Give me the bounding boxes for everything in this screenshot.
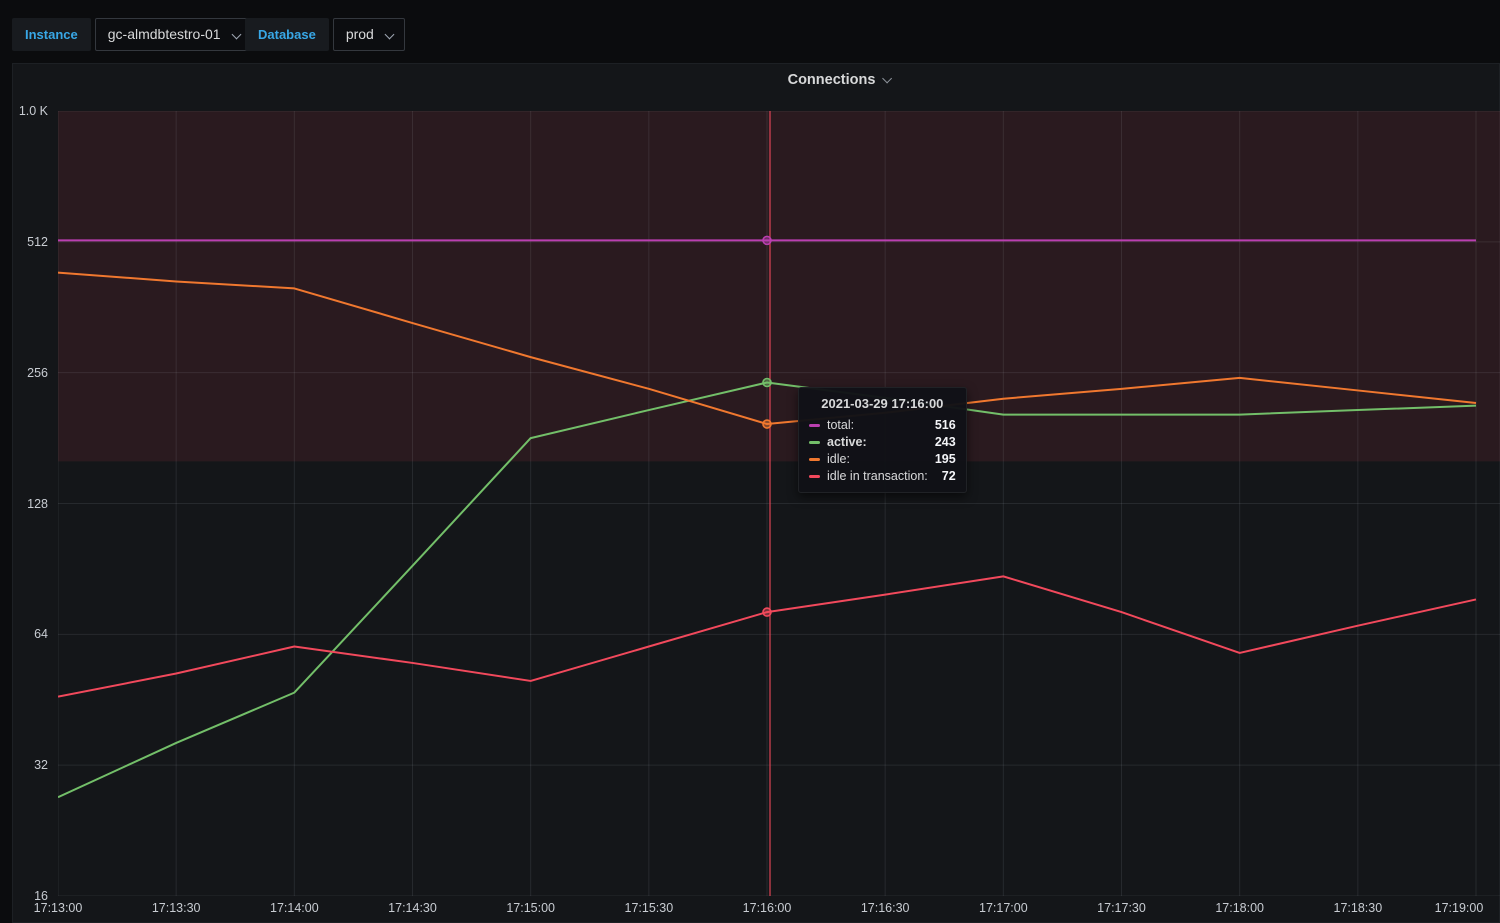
- tooltip-series-label: idle:: [827, 452, 935, 466]
- database-dropdown-value: prod: [346, 26, 374, 42]
- instance-variable: Instance gc-almdbtestro-01: [12, 18, 252, 51]
- database-variable: Database prod: [245, 18, 405, 51]
- series-color-swatch-icon: [809, 424, 820, 427]
- x-tick-label: 17:14:00: [270, 901, 319, 915]
- threshold-region: [58, 111, 1500, 461]
- chevron-down-icon: [231, 30, 241, 40]
- chart-tooltip: 2021-03-29 17:16:00 total:516active:243i…: [798, 387, 967, 493]
- x-tick-label: 17:15:00: [506, 901, 555, 915]
- tooltip-series-value: 243: [935, 435, 956, 449]
- y-axis: 1.0 K512256128643216: [13, 111, 53, 896]
- series-color-swatch-icon: [809, 475, 820, 478]
- y-tick-label: 32: [13, 758, 48, 772]
- chart-plot-area[interactable]: [58, 111, 1500, 896]
- connections-chart[interactable]: [58, 111, 1500, 896]
- x-tick-label: 17:15:30: [624, 901, 673, 915]
- tooltip-row: idle:195: [809, 452, 956, 466]
- connections-panel: Connections 1.0 K512256128643216 17:13:0…: [12, 63, 1500, 923]
- tooltip-series-label: idle in transaction:: [827, 469, 942, 483]
- x-axis: 17:13:0017:13:3017:14:0017:14:3017:15:00…: [58, 901, 1500, 919]
- instance-dropdown[interactable]: gc-almdbtestro-01: [95, 18, 252, 51]
- hover-marker-idle: [763, 420, 771, 428]
- y-tick-label: 1.0 K: [13, 104, 48, 118]
- x-tick-label: 17:13:30: [152, 901, 201, 915]
- x-tick-label: 17:14:30: [388, 901, 437, 915]
- y-tick-label: 256: [13, 366, 48, 380]
- hover-marker-active: [763, 379, 771, 387]
- panel-header: Connections: [13, 64, 1499, 98]
- y-tick-label: 64: [13, 627, 48, 641]
- variables-toolbar: Instance gc-almdbtestro-01 Database prod: [0, 0, 1500, 62]
- instance-dropdown-value: gc-almdbtestro-01: [108, 26, 221, 42]
- x-tick-label: 17:17:30: [1097, 901, 1146, 915]
- tooltip-row: total:516: [809, 418, 956, 432]
- series-color-swatch-icon: [809, 458, 820, 461]
- tooltip-timestamp: 2021-03-29 17:16:00: [809, 396, 956, 411]
- y-tick-label: 128: [13, 497, 48, 511]
- chevron-down-icon: [384, 30, 394, 40]
- x-tick-label: 17:16:00: [743, 901, 792, 915]
- panel-title: Connections: [788, 72, 876, 88]
- tooltip-series-label: total:: [827, 418, 935, 432]
- tooltip-series-label: active:: [827, 435, 935, 449]
- tooltip-series-value: 516: [935, 418, 956, 432]
- x-tick-label: 17:17:00: [979, 901, 1028, 915]
- x-tick-label: 17:13:00: [34, 901, 83, 915]
- y-tick-label: 512: [13, 235, 48, 249]
- chevron-down-icon: [882, 74, 892, 84]
- panel-title-menu[interactable]: Connections: [788, 72, 891, 88]
- x-tick-label: 17:18:00: [1215, 901, 1264, 915]
- x-tick-label: 17:19:00: [1435, 901, 1484, 915]
- tooltip-row: idle in transaction:72: [809, 469, 956, 483]
- database-label: Database: [245, 18, 329, 51]
- hover-marker-total: [763, 236, 771, 244]
- x-tick-label: 17:16:30: [861, 901, 910, 915]
- database-dropdown[interactable]: prod: [333, 18, 405, 51]
- tooltip-row: active:243: [809, 435, 956, 449]
- series-color-swatch-icon: [809, 441, 820, 444]
- tooltip-series-value: 195: [935, 452, 956, 466]
- hover-marker-idle_in_transaction: [763, 608, 771, 616]
- instance-label: Instance: [12, 18, 91, 51]
- tooltip-series-value: 72: [942, 469, 956, 483]
- x-tick-label: 17:18:30: [1333, 901, 1382, 915]
